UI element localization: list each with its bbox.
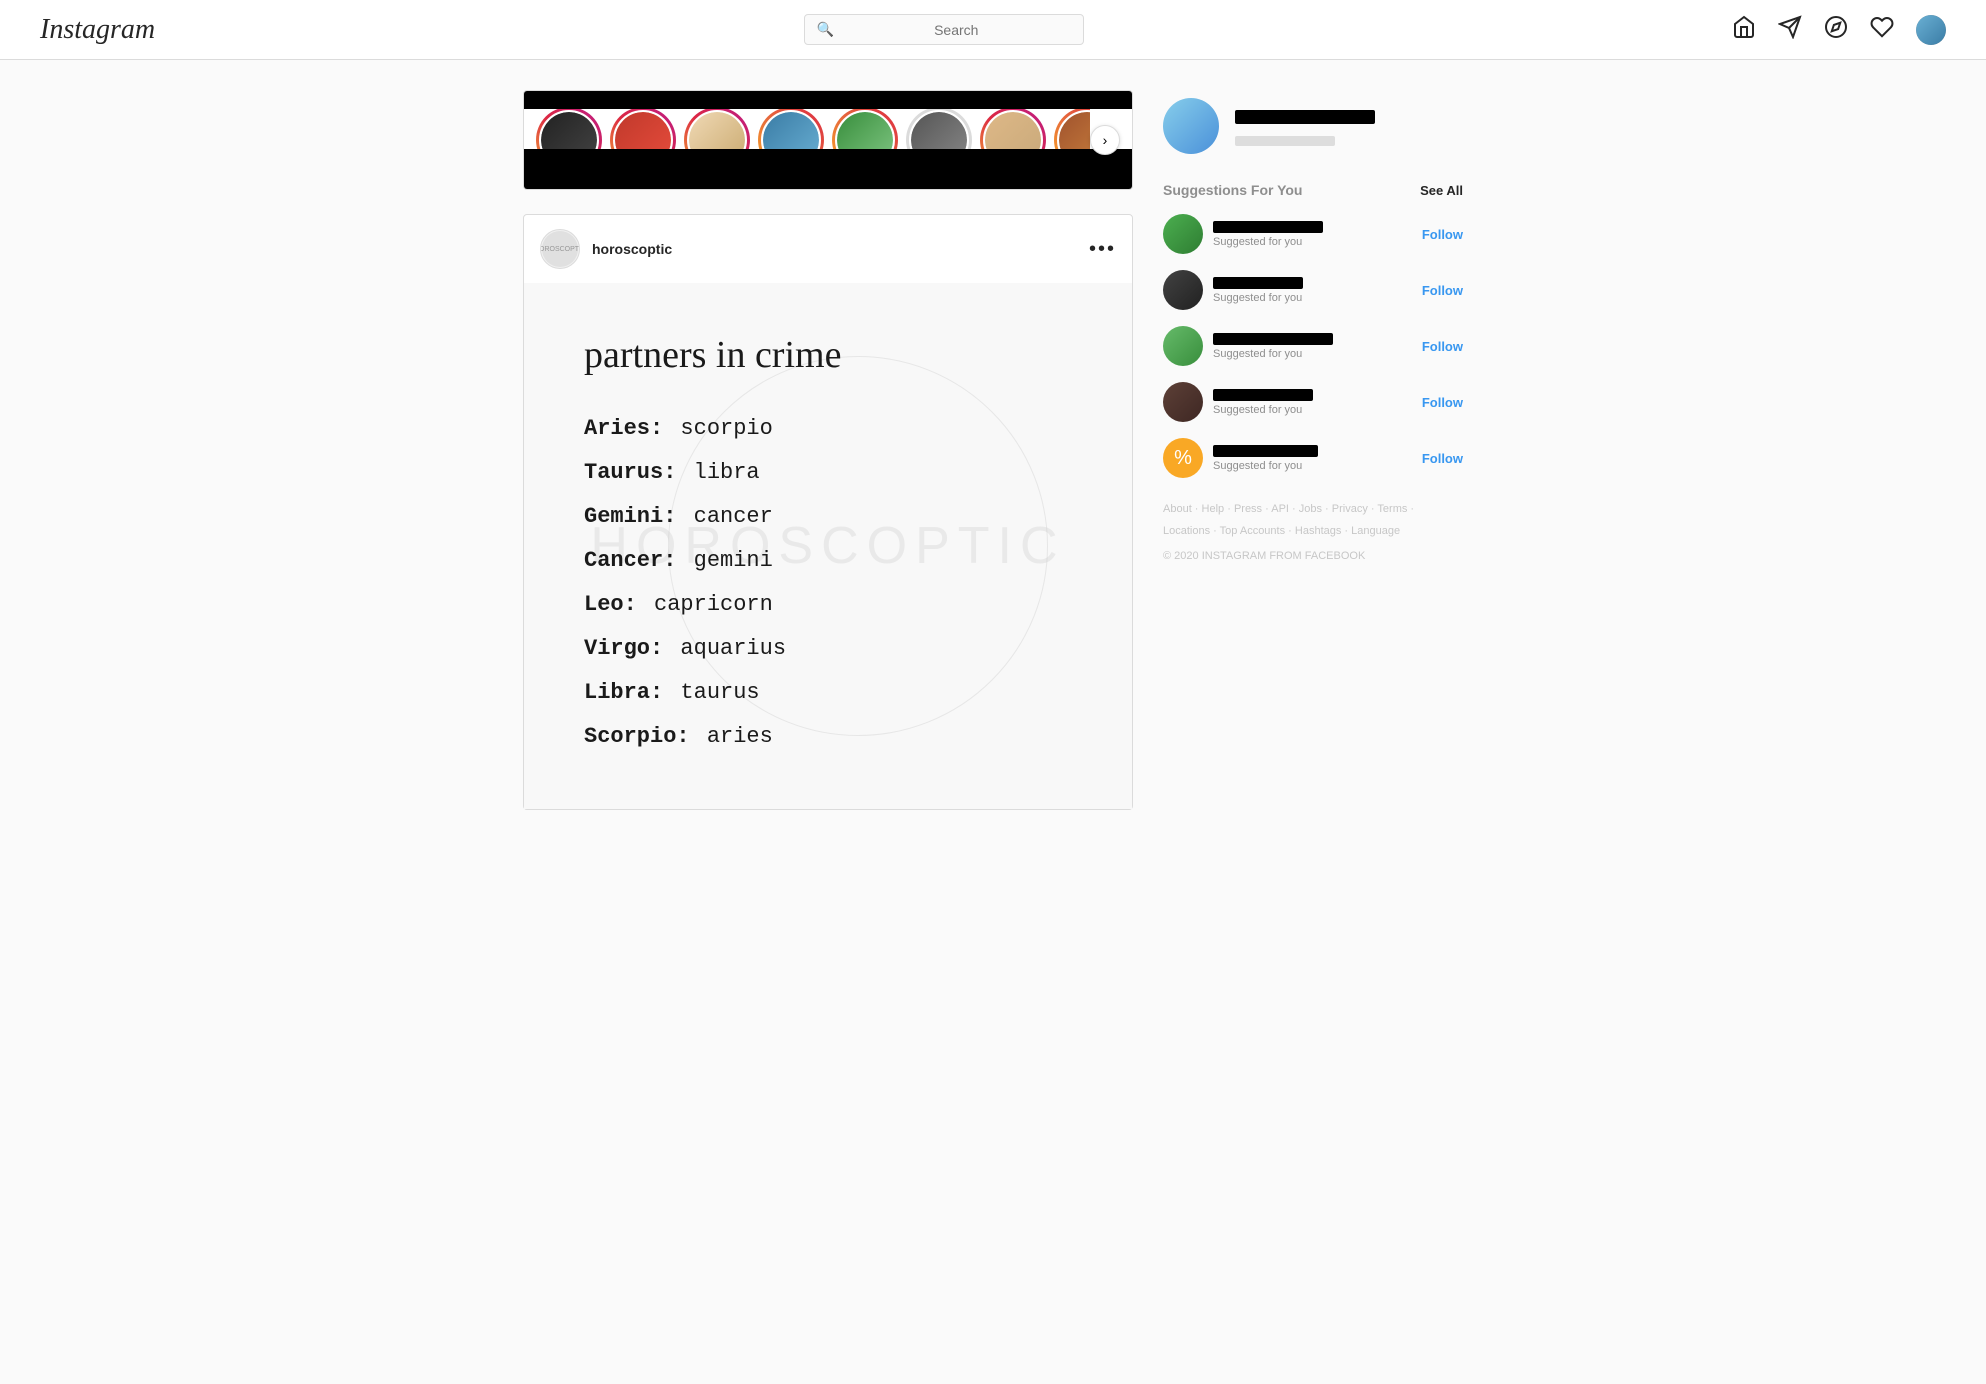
- footer-link-press[interactable]: Press: [1234, 503, 1262, 515]
- footer-copyright: © 2020 INSTAGRAM FROM FACEBOOK: [1163, 550, 1463, 562]
- suggestion-avatar[interactable]: [1163, 382, 1203, 422]
- footer-link-locations[interactable]: Locations: [1163, 525, 1210, 537]
- footer-link-jobs[interactable]: Jobs: [1299, 503, 1322, 515]
- main-feed: › HOROSCOPTIC horoscoptic ••• HOROSCOPTI…: [523, 90, 1133, 810]
- sidebar: Suggestions For You See All Suggested fo…: [1163, 90, 1463, 810]
- list-item: Gemini: cancer: [584, 495, 1072, 539]
- suggestion-info: Suggested for you: [1213, 221, 1412, 248]
- search-input[interactable]: [842, 22, 1071, 38]
- post-content: partners in crime Aries: scorpio Taurus:…: [584, 333, 1072, 759]
- list-item: Taurus: libra: [584, 451, 1072, 495]
- footer-link-language[interactable]: Language: [1351, 525, 1400, 537]
- footer-link-help[interactable]: Help: [1202, 503, 1225, 515]
- suggestion-sub: Suggested for you: [1213, 292, 1412, 304]
- suggestion-sub: Suggested for you: [1213, 460, 1412, 472]
- post-image: HOROSCOPTIC partners in crime Aries: sco…: [524, 283, 1132, 809]
- search-icon: 🔍: [817, 21, 834, 38]
- suggestions-header: Suggestions For You See All: [1163, 182, 1463, 198]
- list-item: Scorpio: aries: [584, 715, 1072, 759]
- suggestion-username-bar: [1213, 221, 1323, 233]
- suggestion-sub: Suggested for you: [1213, 348, 1412, 360]
- suggestion-avatar[interactable]: [1163, 270, 1203, 310]
- suggestion-info: Suggested for you: [1213, 277, 1412, 304]
- footer-link-about[interactable]: About: [1163, 503, 1192, 515]
- follow-button-2[interactable]: Follow: [1422, 283, 1463, 298]
- post-user: HOROSCOPTIC horoscoptic: [540, 229, 672, 269]
- post-header: HOROSCOPTIC horoscoptic •••: [524, 215, 1132, 283]
- list-item: Cancer: gemini: [584, 539, 1072, 583]
- footer-link-topaccounts[interactable]: Top Accounts: [1220, 525, 1285, 537]
- sidebar-user-info: [1235, 106, 1463, 146]
- suggestion-info: Suggested for you: [1213, 389, 1412, 416]
- list-item: Virgo: aquarius: [584, 627, 1072, 671]
- list-item: Aries: scorpio: [584, 407, 1072, 451]
- footer-link-api[interactable]: API: [1271, 503, 1289, 515]
- heart-icon[interactable]: [1870, 15, 1894, 45]
- suggestion-username-bar: [1213, 277, 1303, 289]
- sidebar-username-bar: [1235, 110, 1375, 124]
- list-item: Leo: capricorn: [584, 583, 1072, 627]
- footer-link-terms[interactable]: Terms: [1377, 503, 1407, 515]
- instagram-logo[interactable]: Instagram: [40, 14, 155, 46]
- post-title: partners in crime: [584, 333, 1072, 377]
- post-username[interactable]: horoscoptic: [592, 241, 672, 257]
- suggestion-username-bar: [1213, 445, 1318, 457]
- suggestion-item-4: Suggested for you Follow: [1163, 382, 1463, 422]
- stories-top-bar: [524, 91, 1132, 109]
- footer-link-privacy[interactable]: Privacy: [1332, 503, 1368, 515]
- list-item: Libra: taurus: [584, 671, 1072, 715]
- stories-next-button[interactable]: ›: [1090, 125, 1120, 155]
- post-card: HOROSCOPTIC horoscoptic ••• HOROSCOPTIC …: [523, 214, 1133, 810]
- suggestion-info: Suggested for you: [1213, 445, 1412, 472]
- suggestion-item-2: Suggested for you Follow: [1163, 270, 1463, 310]
- sidebar-user-avatar[interactable]: [1163, 98, 1219, 154]
- suggestion-username-bar: [1213, 389, 1313, 401]
- suggestion-avatar[interactable]: [1163, 214, 1203, 254]
- profile-avatar[interactable]: [1916, 15, 1946, 45]
- nav-icons: [1732, 15, 1946, 45]
- suggestions-title: Suggestions For You: [1163, 182, 1303, 198]
- suggestion-item-1: Suggested for you Follow: [1163, 214, 1463, 254]
- footer-link-hashtags[interactable]: Hashtags: [1295, 525, 1341, 537]
- see-all-button[interactable]: See All: [1420, 183, 1463, 198]
- follow-button-1[interactable]: Follow: [1422, 227, 1463, 242]
- suggestion-item-5: % Suggested for you Follow: [1163, 438, 1463, 478]
- home-icon[interactable]: [1732, 15, 1756, 45]
- search-bar[interactable]: 🔍: [804, 14, 1084, 45]
- navbar: Instagram 🔍: [0, 0, 1986, 60]
- page-container: › HOROSCOPTIC horoscoptic ••• HOROSCOPTI…: [493, 60, 1493, 840]
- follow-button-3[interactable]: Follow: [1422, 339, 1463, 354]
- suggestion-username-bar: [1213, 333, 1333, 345]
- follow-button-5[interactable]: Follow: [1422, 451, 1463, 466]
- suggestion-sub: Suggested for you: [1213, 404, 1412, 416]
- compass-icon[interactable]: [1824, 15, 1848, 45]
- suggestion-item-3: Suggested for you Follow: [1163, 326, 1463, 366]
- suggestion-avatar[interactable]: [1163, 326, 1203, 366]
- zodiac-list: Aries: scorpio Taurus: libra Gemini: can…: [584, 407, 1072, 759]
- stories-container: ›: [523, 90, 1133, 190]
- follow-button-4[interactable]: Follow: [1422, 395, 1463, 410]
- post-avatar-image: HOROSCOPTIC: [542, 231, 578, 267]
- sidebar-current-user: [1163, 90, 1463, 162]
- suggestion-info: Suggested for you: [1213, 333, 1412, 360]
- post-more-button[interactable]: •••: [1089, 238, 1116, 261]
- send-icon[interactable]: [1778, 15, 1802, 45]
- suggestion-avatar[interactable]: %: [1163, 438, 1203, 478]
- sidebar-name-bar: [1235, 136, 1335, 146]
- suggestion-sub: Suggested for you: [1213, 236, 1412, 248]
- stories-bottom-bar: [524, 149, 1132, 189]
- post-avatar[interactable]: HOROSCOPTIC: [540, 229, 580, 269]
- footer-links: About · Help · Press · API · Jobs · Priv…: [1163, 498, 1463, 542]
